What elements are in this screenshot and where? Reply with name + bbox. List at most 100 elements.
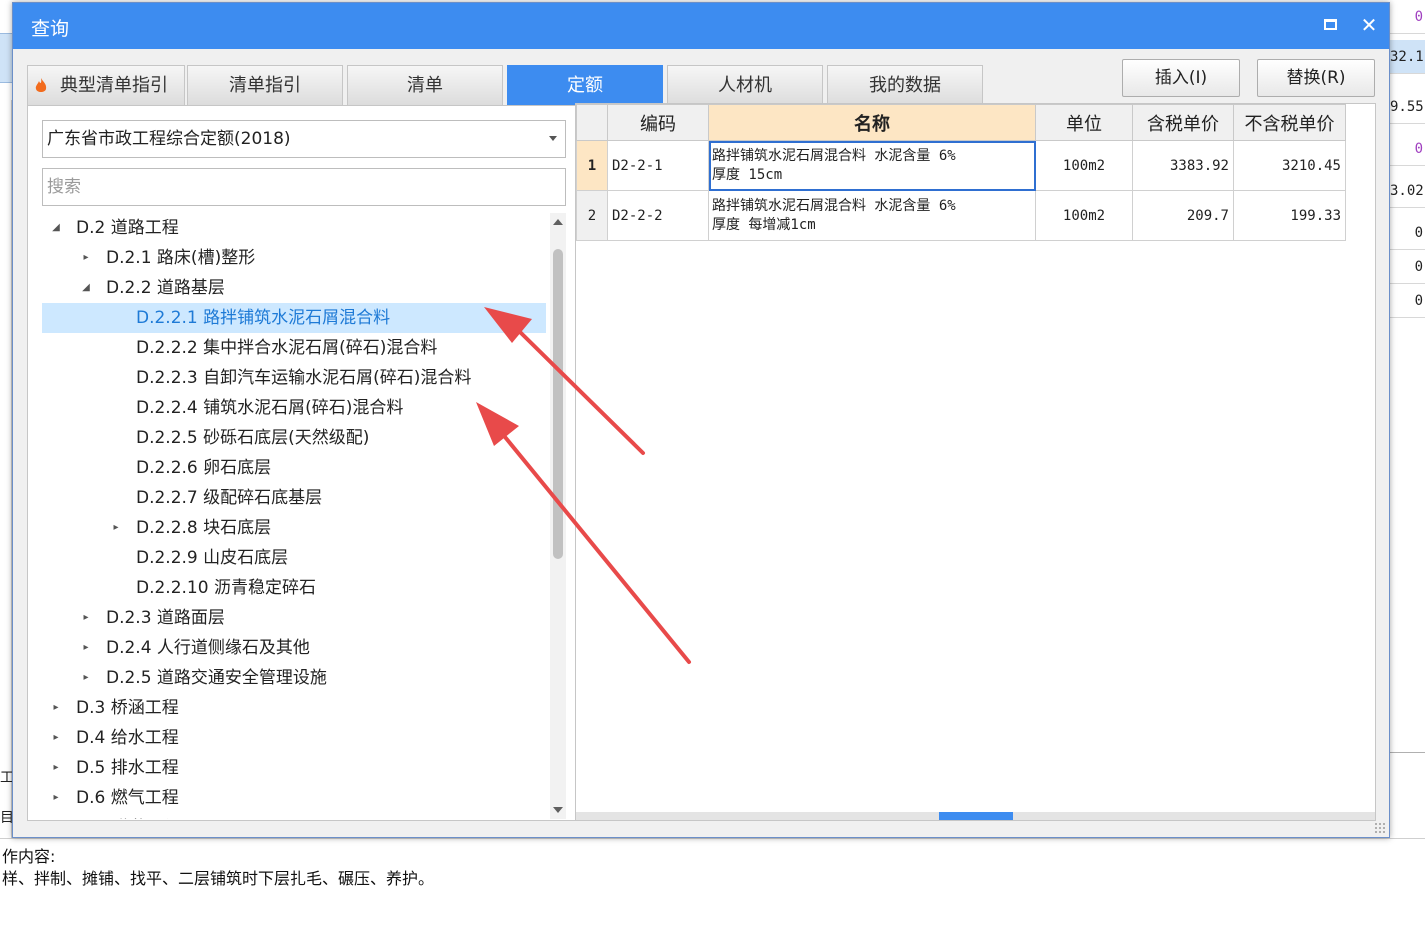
background-divider bbox=[1390, 752, 1425, 753]
title-bar[interactable]: 查询 ✕ bbox=[13, 3, 1389, 49]
tree-node[interactable]: D.2.2.2 集中拌合水泥石屑(碎石)混合料 bbox=[42, 333, 546, 363]
tree-node[interactable]: ▸ D.6 燃气工程 bbox=[42, 783, 546, 813]
quota-table: 编码 名称 单位 含税单价 不含税单价 1 D2-2-1 路拌铺筑水泥石屑混合料… bbox=[576, 104, 1346, 241]
expand-icon[interactable]: ▸ bbox=[110, 513, 122, 543]
tree-node[interactable]: ▸ D.2.1 路床(槽)整形 bbox=[42, 243, 546, 273]
header-name[interactable]: 名称 bbox=[708, 104, 1036, 141]
header-unit[interactable]: 单位 bbox=[1035, 104, 1133, 141]
splitter-handle[interactable] bbox=[939, 812, 1013, 820]
notax-price-cell[interactable]: 3210.45 bbox=[1233, 140, 1346, 191]
tree-node[interactable]: ▸ D.4 给水工程 bbox=[42, 723, 546, 753]
expand-icon[interactable]: ▸ bbox=[80, 603, 92, 633]
tax-price-cell[interactable]: 209.7 bbox=[1132, 190, 1234, 241]
dialog-title: 查询 bbox=[31, 18, 70, 40]
background-cell: 32.1 bbox=[1390, 40, 1425, 74]
tree-node[interactable]: D.2.2.6 卵石底层 bbox=[42, 453, 546, 483]
row-number: 2 bbox=[576, 190, 608, 241]
tab-my-data[interactable]: 我的数据 bbox=[827, 65, 983, 105]
tree-node[interactable]: D.2.2.5 砂砾石底层(天然级配) bbox=[42, 423, 546, 453]
replace-button[interactable]: 替换(R) bbox=[1257, 59, 1375, 97]
tab-quota[interactable]: 定额 bbox=[507, 65, 663, 105]
tree-node-label: D.2.2.6 卵石底层 bbox=[136, 458, 272, 478]
table-header-row: 编码 名称 单位 含税单价 不含税单价 bbox=[576, 104, 1346, 141]
tab-bill[interactable]: 清单 bbox=[347, 65, 503, 105]
tree-node-label: D.2.2.5 砂砾石底层(天然级配) bbox=[136, 428, 370, 448]
tree-node-label: D.2.2.7 级配碎石底基层 bbox=[136, 488, 323, 508]
tab-label: 典型清单指引 bbox=[60, 75, 168, 96]
tree-node[interactable]: ▸ D.5 排水工程 bbox=[42, 753, 546, 783]
expand-icon[interactable]: ▸ bbox=[50, 783, 62, 813]
table-row[interactable]: 1 D2-2-1 路拌铺筑水泥石屑混合料 水泥含量 6% 厚度 15cm 100… bbox=[576, 140, 1346, 191]
tree-node[interactable]: D.2.2.3 自卸汽车运输水泥石屑(碎石)混合料 bbox=[42, 363, 546, 393]
tree-node[interactable]: ▸ D.2.4 人行道侧缘石及其他 bbox=[42, 633, 546, 663]
close-button[interactable]: ✕ bbox=[1357, 13, 1381, 37]
expand-icon[interactable]: ▸ bbox=[50, 723, 62, 753]
code-cell[interactable]: D2-2-2 bbox=[607, 190, 709, 241]
query-dialog: 查询 ✕ 典型清单指引 清单指引 清单 定额 人材机 我的数据 插入(I) 替换… bbox=[12, 2, 1390, 838]
tree-node[interactable]: ▸ D.2.3 道路面层 bbox=[42, 603, 546, 633]
header-notax-price[interactable]: 不含税单价 bbox=[1233, 104, 1346, 141]
tree-node[interactable]: ◢ D.2.2 道路基层 bbox=[42, 273, 546, 303]
collapse-icon[interactable]: ◢ bbox=[80, 273, 92, 303]
tree-node-label: D.2.4 人行道侧缘石及其他 bbox=[106, 638, 310, 658]
background-cell: 0 bbox=[1390, 0, 1425, 34]
tree-node[interactable]: D.2.2.7 级配碎石底基层 bbox=[42, 483, 546, 513]
tab-label: 我的数据 bbox=[869, 75, 941, 96]
expand-icon[interactable]: ▸ bbox=[50, 813, 62, 819]
tree-node[interactable]: D.2.2.4 铺筑水泥石屑(碎石)混合料 bbox=[42, 393, 546, 423]
tree-node[interactable]: ▸ D.2.5 道路交通安全管理设施 bbox=[42, 663, 546, 693]
expand-icon[interactable]: ▸ bbox=[80, 663, 92, 693]
tree-node-label: D.5 排水工程 bbox=[76, 758, 179, 778]
tree-node-label: D.2.5 道路交通安全管理设施 bbox=[106, 668, 327, 688]
tab-bill-guide[interactable]: 清单指引 bbox=[187, 65, 343, 105]
name-cell[interactable]: 路拌铺筑水泥石屑混合料 水泥含量 6% 厚度 每增减1cm bbox=[708, 190, 1036, 241]
tree-node-label: D.2.2.10 沥青稳定碎石 bbox=[136, 578, 316, 598]
scroll-up-icon[interactable] bbox=[553, 219, 563, 225]
unit-cell[interactable]: 100m2 bbox=[1035, 190, 1133, 241]
tree-node[interactable]: D.2.2.10 沥青稳定碎石 bbox=[42, 573, 546, 603]
expand-icon[interactable]: ▸ bbox=[80, 633, 92, 663]
tree-node-label: D.2.2.3 自卸汽车运输水泥石屑(碎石)混合料 bbox=[136, 368, 472, 388]
expand-icon[interactable]: ▸ bbox=[80, 243, 92, 273]
tree-scrollbar[interactable] bbox=[550, 213, 566, 819]
tab-label: 清单 bbox=[407, 75, 443, 96]
collapse-icon[interactable]: ◢ bbox=[50, 213, 62, 243]
quota-results-panel: 编码 名称 单位 含税单价 不含税单价 1 D2-2-1 路拌铺筑水泥石屑混合料… bbox=[575, 103, 1376, 821]
tab-labor-material-machine[interactable]: 人材机 bbox=[667, 65, 823, 105]
name-line-1: 路拌铺筑水泥石屑混合料 水泥含量 6% bbox=[712, 147, 956, 164]
tree-node[interactable]: ▸ D.3 桥涵工程 bbox=[42, 693, 546, 723]
tree-node[interactable]: ▸ D.7 隧道工程 bbox=[42, 813, 546, 819]
expand-icon[interactable]: ▸ bbox=[50, 693, 62, 723]
background-cell: 0 bbox=[1390, 250, 1425, 284]
tree-node[interactable]: D.2.2.9 山皮石底层 bbox=[42, 543, 546, 573]
expand-icon[interactable]: ▸ bbox=[50, 753, 62, 783]
header-tax-price[interactable]: 含税单价 bbox=[1132, 104, 1234, 141]
quota-tree-panel: 广东省市政工程综合定额(2018) ◢ D.2 道路工程 ▸ D.2.1 路床(槽)整… bbox=[27, 105, 580, 821]
insert-button[interactable]: 插入(I) bbox=[1122, 59, 1240, 97]
tree-node[interactable]: ◢ D.2 道路工程 bbox=[42, 213, 546, 243]
chevron-down-icon bbox=[549, 136, 557, 141]
scroll-down-icon[interactable] bbox=[553, 807, 563, 813]
notax-price-cell[interactable]: 199.33 bbox=[1233, 190, 1346, 241]
scroll-thumb[interactable] bbox=[553, 249, 563, 559]
tree-node[interactable]: ▸ D.2.2.8 块石底层 bbox=[42, 513, 546, 543]
tax-price-cell[interactable]: 3383.92 bbox=[1132, 140, 1234, 191]
horizontal-splitter[interactable] bbox=[576, 812, 1375, 820]
resize-grip-icon[interactable] bbox=[1374, 822, 1386, 834]
unit-cell[interactable]: 100m2 bbox=[1035, 140, 1133, 191]
search-input[interactable] bbox=[42, 168, 566, 206]
maximize-button[interactable] bbox=[1319, 13, 1343, 37]
tree-node[interactable]: D.2.2.1 路拌铺筑水泥石屑混合料 bbox=[42, 303, 546, 333]
name-cell[interactable]: 路拌铺筑水泥石屑混合料 水泥含量 6% 厚度 15cm bbox=[708, 140, 1036, 191]
table-row[interactable]: 2 D2-2-2 路拌铺筑水泥石屑混合料 水泥含量 6% 厚度 每增减1cm 1… bbox=[576, 190, 1346, 241]
fire-icon bbox=[35, 78, 47, 92]
tab-label: 人材机 bbox=[718, 75, 772, 96]
tab-typical-bill-guide[interactable]: 典型清单指引 bbox=[27, 65, 185, 105]
quota-library-select[interactable]: 广东省市政工程综合定额(2018) bbox=[42, 120, 566, 158]
work-content-title: 作内容: bbox=[2, 847, 56, 866]
code-cell[interactable]: D2-2-1 bbox=[607, 140, 709, 191]
header-code[interactable]: 编码 bbox=[607, 104, 709, 141]
